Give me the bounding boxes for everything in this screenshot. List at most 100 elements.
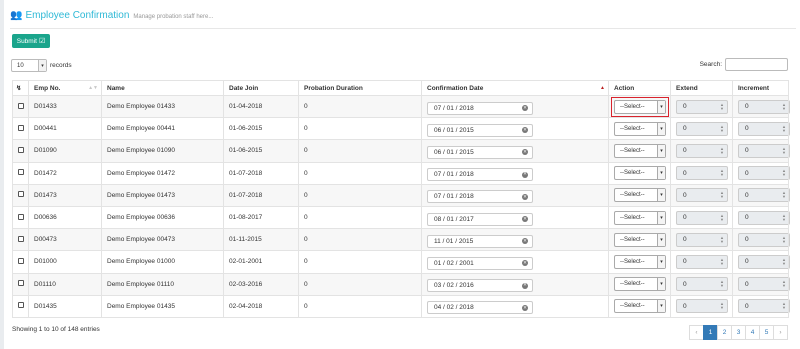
action-select[interactable]: --Select-- ▾ <box>614 299 666 314</box>
row-checkbox[interactable] <box>18 169 24 176</box>
column-date-join[interactable]: Date Join <box>223 80 299 96</box>
extend-input[interactable]: 0 ▲ ▼ <box>676 99 728 114</box>
spinner-icon[interactable]: ▲ ▼ <box>782 257 786 266</box>
spinner-icon[interactable]: ▲ ▼ <box>782 169 786 177</box>
spinner-icon[interactable]: ▲ ▼ <box>782 302 786 310</box>
clear-icon[interactable]: ✕ <box>522 260 528 267</box>
extend-input[interactable]: 0 ▲ ▼ <box>676 254 728 269</box>
row-checkbox[interactable] <box>18 235 24 242</box>
spinner-icon[interactable]: ▲ ▼ <box>720 280 724 288</box>
increment-input[interactable]: 0 ▲ ▼ <box>738 210 790 225</box>
confirmation-date-input[interactable]: 06 / 01 / 2015 ✕ <box>427 145 533 159</box>
increment-input[interactable]: 0 ▲ ▼ <box>738 99 790 114</box>
spinner-icon[interactable]: ▲ ▼ <box>720 124 724 133</box>
pagination-page[interactable]: 5 <box>759 325 774 340</box>
confirmation-date-input[interactable]: 03 / 02 / 2016 ✕ <box>427 279 533 293</box>
extend-input[interactable]: 0 ▲ ▼ <box>676 143 728 158</box>
column-increment[interactable]: Increment <box>732 80 789 96</box>
confirmation-date-input[interactable]: 01 / 02 / 2001 ✕ <box>427 256 533 270</box>
spinner-icon[interactable]: ▲ ▼ <box>782 124 786 133</box>
row-checkbox[interactable] <box>18 257 24 264</box>
row-checkbox[interactable] <box>18 302 24 309</box>
spinner-icon[interactable]: ▲ ▼ <box>720 102 724 111</box>
increment-input[interactable]: 0 ▲ ▼ <box>738 299 790 314</box>
increment-input[interactable]: 0 ▲ ▼ <box>738 166 790 181</box>
column-confirmation-date[interactable]: Confirmation Date ▲ <box>421 80 609 96</box>
action-select[interactable]: --Select-- ▾ <box>614 121 666 136</box>
spinner-icon[interactable]: ▲ ▼ <box>720 169 724 177</box>
pagination-next[interactable]: › <box>773 325 788 340</box>
spinner-icon[interactable]: ▲ ▼ <box>720 302 724 310</box>
pagination-prev[interactable]: ‹ <box>689 325 704 340</box>
column-emp-no[interactable]: Emp No. ▲▼ <box>28 80 102 96</box>
confirmation-date-input[interactable]: 08 / 01 / 2017 ✕ <box>427 212 533 226</box>
action-select[interactable]: --Select-- ▾ <box>614 210 666 225</box>
increment-input[interactable]: 0 ▲ ▼ <box>738 254 790 269</box>
action-select[interactable]: --Select-- ▾ <box>614 277 666 292</box>
extend-input[interactable]: 0 ▲ ▼ <box>676 121 728 136</box>
spinner-icon[interactable]: ▲ ▼ <box>782 213 786 222</box>
column-action[interactable]: Action <box>608 80 671 96</box>
column-extend[interactable]: Extend <box>670 80 733 96</box>
increment-input[interactable]: 0 ▲ ▼ <box>738 143 790 158</box>
clear-icon[interactable]: ✕ <box>522 193 528 200</box>
column-name[interactable]: Name <box>101 80 224 96</box>
increment-input[interactable]: 0 ▲ ▼ <box>738 277 790 292</box>
extend-input[interactable]: 0 ▲ ▼ <box>676 277 728 292</box>
spinner-icon[interactable]: ▲ ▼ <box>782 235 786 244</box>
spinner-icon[interactable]: ▲ ▼ <box>720 191 724 199</box>
action-select[interactable]: --Select-- ▾ <box>614 188 666 203</box>
extend-input[interactable]: 0 ▲ ▼ <box>676 232 728 247</box>
clear-icon[interactable]: ✕ <box>522 127 528 134</box>
extend-input[interactable]: 0 ▲ ▼ <box>676 166 728 181</box>
confirmation-date-input[interactable]: 11 / 01 / 2015 ✕ <box>427 234 533 248</box>
clear-icon[interactable]: ✕ <box>522 105 528 112</box>
action-select[interactable]: --Select-- ▾ <box>614 143 666 158</box>
pagination-page[interactable]: 1 <box>703 325 718 340</box>
row-checkbox[interactable] <box>18 213 24 220</box>
spinner-icon[interactable]: ▲ ▼ <box>720 235 724 244</box>
confirmation-date-input[interactable]: 06 / 01 / 2015 ✕ <box>427 123 533 137</box>
clear-icon[interactable]: ✕ <box>522 149 528 156</box>
action-select[interactable]: --Select-- ▾ <box>614 166 666 181</box>
confirmation-date-input[interactable]: 07 / 01 / 2018 ✕ <box>427 101 533 115</box>
extend-input[interactable]: 0 ▲ ▼ <box>676 299 728 314</box>
search-box: Search: <box>700 58 788 71</box>
increment-input[interactable]: 0 ▲ ▼ <box>738 232 790 247</box>
clear-icon[interactable]: ✕ <box>522 304 528 311</box>
confirmation-date-input[interactable]: 04 / 02 / 2018 ✕ <box>427 301 533 315</box>
column-select-all[interactable]: ↯ <box>12 80 29 96</box>
spinner-icon[interactable]: ▲ ▼ <box>720 213 724 222</box>
spinner-icon[interactable]: ▲ ▼ <box>782 191 786 199</box>
confirmation-date-input[interactable]: 07 / 01 / 2018 ✕ <box>427 190 533 204</box>
records-length-select[interactable]: 10 ▾ <box>11 59 47 72</box>
spinner-icon[interactable]: ▲ ▼ <box>782 280 786 288</box>
clear-icon[interactable]: ✕ <box>522 216 528 223</box>
spinner-icon[interactable]: ▲ ▼ <box>720 146 724 155</box>
submit-button[interactable]: Submit ☑ <box>12 34 50 48</box>
search-input[interactable] <box>725 58 788 71</box>
pagination-page[interactable]: 2 <box>717 325 732 340</box>
row-checkbox[interactable] <box>18 191 24 198</box>
clear-icon[interactable]: ✕ <box>522 238 528 245</box>
spinner-icon[interactable]: ▲ ▼ <box>782 146 786 155</box>
row-checkbox[interactable] <box>18 146 24 153</box>
confirmation-date-input[interactable]: 07 / 01 / 2018 ✕ <box>427 168 533 182</box>
column-probation[interactable]: Probation Duration <box>298 80 422 96</box>
action-select[interactable]: --Select-- ▾ <box>614 99 666 114</box>
pagination-page[interactable]: 3 <box>731 325 746 340</box>
spinner-icon[interactable]: ▲ ▼ <box>720 257 724 266</box>
clear-icon[interactable]: ✕ <box>522 282 528 289</box>
pagination-page[interactable]: 4 <box>745 325 760 340</box>
row-checkbox[interactable] <box>18 280 24 287</box>
increment-input[interactable]: 0 ▲ ▼ <box>738 188 790 203</box>
action-select[interactable]: --Select-- ▾ <box>614 254 666 269</box>
clear-icon[interactable]: ✕ <box>522 171 528 178</box>
increment-input[interactable]: 0 ▲ ▼ <box>738 121 790 136</box>
action-select[interactable]: --Select-- ▾ <box>614 232 666 247</box>
spinner-icon[interactable]: ▲ ▼ <box>782 102 786 111</box>
row-checkbox[interactable] <box>18 102 24 109</box>
extend-input[interactable]: 0 ▲ ▼ <box>676 188 728 203</box>
row-checkbox[interactable] <box>18 124 24 131</box>
extend-input[interactable]: 0 ▲ ▼ <box>676 210 728 225</box>
